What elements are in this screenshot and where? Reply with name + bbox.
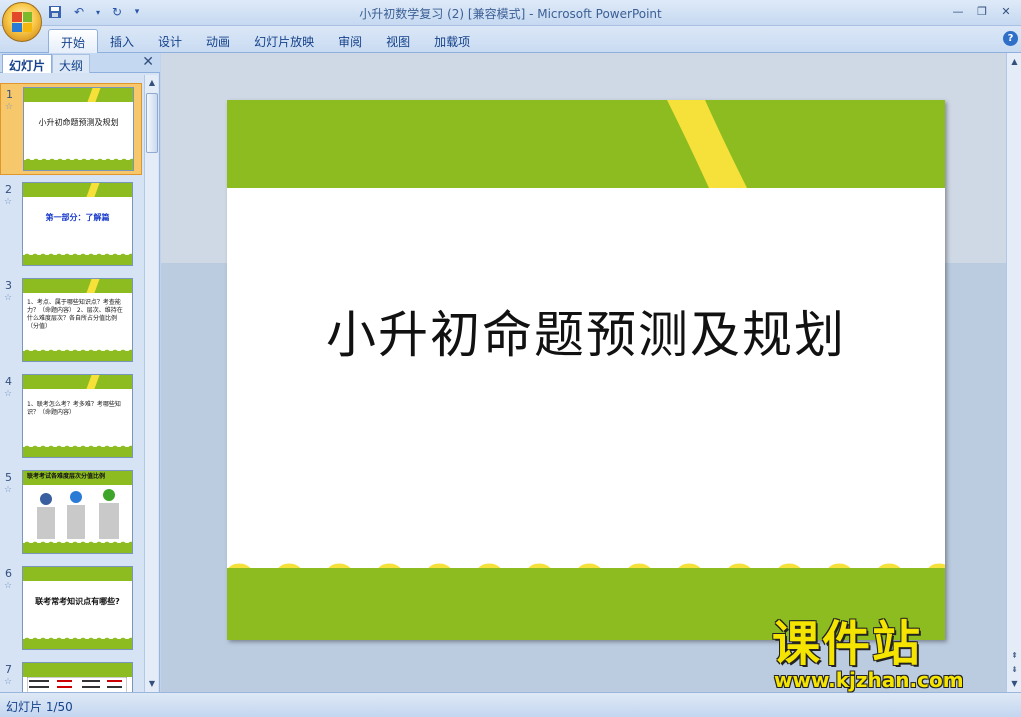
restore-icon[interactable]: ❐ — [971, 2, 993, 20]
thumbnail-image: 小升初命题预测及规划 — [23, 87, 134, 171]
pane-tabs: 幻灯片 大纲 ✕ — [0, 53, 160, 73]
slide-number: 4 — [5, 375, 12, 388]
thumbnail-text: 联考常考知识点有哪些? — [35, 597, 120, 606]
slide-thumbnail-1[interactable]: 1 ☆ 小升初命题预测及规划 — [0, 83, 142, 175]
slide-thumbnail-6[interactable]: 6 ☆ 联考常考知识点有哪些? — [0, 563, 142, 655]
watermark-name: 课件站 — [772, 616, 923, 672]
slide-thumbnail-4[interactable]: 4 ☆ 1、联考怎么考？考多难？考哪些知识？（命题内容） — [0, 371, 142, 463]
thumbnail-text: 小升初命题预测及规划 — [38, 118, 119, 127]
tab-outline[interactable]: 大纲 — [52, 54, 91, 73]
scroll-up-icon[interactable]: ▲ — [1008, 55, 1021, 68]
title-separator: - — [525, 7, 538, 21]
office-button[interactable] — [2, 2, 42, 42]
pie-chart-illustration — [37, 489, 119, 539]
slide-indicator: 幻灯片 1/50 — [6, 700, 73, 714]
scroll-down-icon[interactable]: ▼ — [146, 678, 158, 690]
tab-slides[interactable]: 幻灯片 — [2, 54, 53, 73]
slide-thumbnail-3[interactable]: 3 ☆ 1、考点、属于哪些知识点？考查能力？（命题内容） 2、层次、维持在什么难… — [0, 275, 142, 367]
animation-star-icon: ☆ — [4, 197, 13, 207]
slide-scrollbar[interactable]: ▲ ⇞ ⇟ ▼ — [1006, 53, 1021, 692]
animation-star-icon: ☆ — [4, 389, 13, 399]
slide-number: 2 — [5, 183, 12, 196]
thumbnail-image: 1、考点、属于哪些知识点？考查能力？（命题内容） 2、层次、维持在什么难度层次？… — [22, 278, 133, 362]
title-bar: ↶ ▾ ↻ ▾ 小升初数学复习 (2) [兼容模式] - Microsoft P… — [0, 0, 1021, 42]
tab-home[interactable]: 开始 — [48, 29, 99, 53]
close-icon[interactable]: ✕ — [142, 54, 154, 70]
next-slide-icon[interactable]: ⇟ — [1008, 663, 1021, 676]
scroll-thumb[interactable] — [146, 93, 158, 153]
thumbnail-image: 联考常考知识点有哪些? — [22, 566, 133, 650]
slide-thumbnail-5[interactable]: 5 ☆ 联考考试各难度层次分值比例 — [0, 467, 142, 559]
animation-star-icon: ☆ — [4, 581, 13, 591]
slide-number: 3 — [5, 279, 12, 292]
window-controls: — ❐ ✕ — [947, 2, 1017, 20]
tab-insert[interactable]: 插入 — [98, 29, 146, 53]
thumbnail-image: 联考考试各难度层次分值比例 — [22, 470, 133, 554]
slide-title[interactable]: 小升初命题预测及规划 — [227, 295, 945, 367]
help-icon[interactable]: ? — [1003, 31, 1018, 46]
scroll-down-icon[interactable]: ▼ — [1008, 677, 1021, 690]
slide-number: 1 — [6, 88, 13, 101]
current-slide[interactable]: 小升初命题预测及规划 — [227, 100, 945, 640]
close-icon[interactable]: ✕ — [995, 2, 1017, 20]
slide-editing-area: 小升初命题预测及规划 — [161, 53, 1006, 692]
animation-star-icon: ☆ — [4, 293, 13, 303]
thumbnail-text: 1、考点、属于哪些知识点？考查能力？（命题内容） 2、层次、维持在什么难度层次？… — [27, 299, 123, 330]
table-illustration — [27, 677, 127, 692]
slide-number: 6 — [5, 567, 12, 580]
slide-number: 5 — [5, 471, 12, 484]
minimize-icon[interactable]: — — [947, 2, 969, 20]
animation-star-icon: ☆ — [5, 102, 14, 112]
watermark-url: www.kjzhan.com — [774, 668, 964, 692]
ribbon-tabs: 开始 插入 设计 动画 幻灯片放映 审阅 视图 加载项 — [48, 29, 482, 53]
scroll-up-icon[interactable]: ▲ — [146, 77, 158, 89]
thumbnail-text: 1、联考怎么考？考多难？考哪些知识？（命题内容） — [27, 401, 121, 416]
thumbnail-image — [22, 662, 133, 692]
animation-star-icon: ☆ — [4, 485, 13, 495]
yellow-stripe-decoration — [667, 100, 747, 188]
animation-star-icon: ☆ — [4, 677, 13, 687]
window-title: 小升初数学复习 (2) [兼容模式] - Microsoft PowerPoin… — [0, 5, 1021, 22]
thumbnail-text: 联考考试各难度层次分值比例 — [27, 473, 106, 480]
thumbnail-text: 第一部分：了解篇 — [45, 213, 110, 222]
ribbon-tab-row: 开始 插入 设计 动画 幻灯片放映 审阅 视图 加载项 ? — [0, 26, 1021, 53]
document-title: 小升初数学复习 (2) [兼容模式] — [359, 7, 526, 21]
slide-thumbnail-7[interactable]: 7 ☆ — [0, 659, 142, 692]
thumbnail-image: 1、联考怎么考？考多难？考哪些知识？（命题内容） — [22, 374, 133, 458]
watermark-logo: 课件站 www.kjzhan.com — [768, 618, 1008, 692]
slide-number: 7 — [5, 663, 12, 676]
office-logo-icon — [12, 12, 32, 32]
thumbnail-image: 第一部分：了解篇 — [22, 182, 133, 266]
tab-view[interactable]: 视图 — [374, 29, 422, 53]
tab-design[interactable]: 设计 — [146, 29, 194, 53]
slide-thumbnail-2[interactable]: 2 ☆ 第一部分：了解篇 — [0, 179, 142, 271]
tab-add-ins[interactable]: 加载项 — [422, 29, 482, 53]
app-name: Microsoft PowerPoint — [537, 7, 662, 21]
thumbnail-list: 1 ☆ 小升初命题预测及规划 2 ☆ 第一部分：了解篇 3 ☆ 1、考点、属于哪… — [0, 77, 142, 692]
status-bar: 幻灯片 1/50 — [0, 692, 1021, 717]
previous-slide-icon[interactable]: ⇞ — [1008, 649, 1021, 662]
tab-review[interactable]: 审阅 — [326, 29, 374, 53]
slides-pane: 幻灯片 大纲 ✕ 1 ☆ 小升初命题预测及规划 2 ☆ 第一部分：了解篇 3 ☆ — [0, 53, 160, 692]
thumbnail-scrollbar[interactable]: ▲ ▼ — [144, 75, 158, 692]
tab-slide-show[interactable]: 幻灯片放映 — [242, 29, 326, 53]
tab-animations[interactable]: 动画 — [194, 29, 242, 53]
